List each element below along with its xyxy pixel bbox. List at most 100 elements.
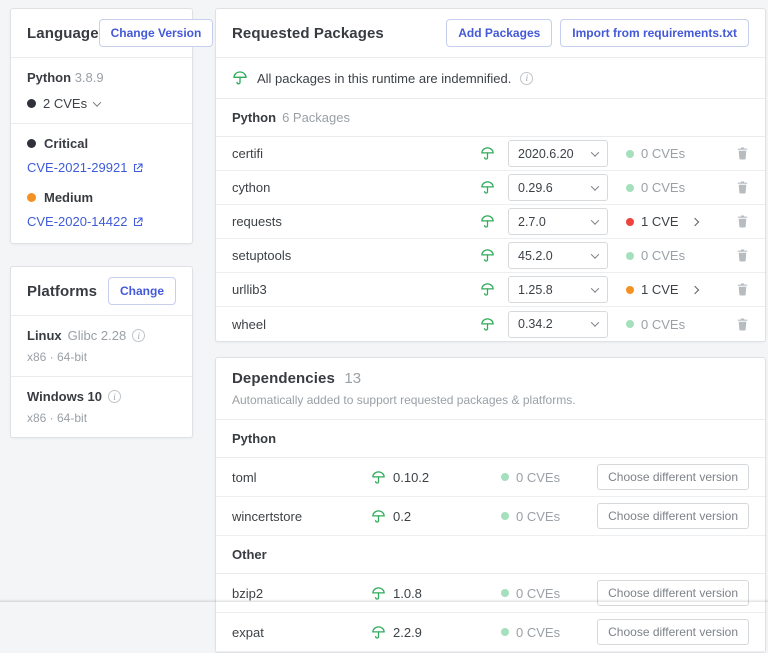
umbrella-icon xyxy=(480,282,508,297)
version-value: 45.2.0 xyxy=(518,249,553,263)
language-name-version: Python 3.8.9 xyxy=(27,70,176,85)
requested-rows: certifi 2020.6.20 0 CVEs cython 0.29.6 0… xyxy=(216,137,765,341)
dependencies-title: Dependencies xyxy=(232,370,335,387)
delete-package-button[interactable] xyxy=(736,214,749,229)
choose-version-button[interactable]: Choose different version xyxy=(597,464,749,490)
change-version-button[interactable]: Change Version xyxy=(99,19,214,47)
version-select[interactable]: 2020.6.20 xyxy=(508,140,608,167)
language-panel: Language Change Version Python 3.8.9 2 C… xyxy=(10,8,193,244)
info-icon[interactable]: i xyxy=(520,72,533,85)
cve-id: CVE-2021-29921 xyxy=(27,160,127,175)
cve-status: 0 CVEs xyxy=(626,180,736,195)
package-row: setuptools 45.2.0 0 CVEs xyxy=(216,239,765,273)
cve-status: 0 CVEs xyxy=(626,317,736,332)
requested-group-subheader: Python 6 Packages xyxy=(216,99,765,137)
package-row: urllib3 1.25.8 1 CVE xyxy=(216,273,765,307)
language-version: 3.8.9 xyxy=(75,70,104,85)
umbrella-icon xyxy=(371,470,386,485)
dependency-version: 0.10.2 xyxy=(371,470,501,485)
platform-item-windows: Windows 10 i x86 · 64-bit xyxy=(11,376,192,437)
language-panel-header: Language Change Version xyxy=(11,9,192,58)
group-rows: bzip2 1.0.8 0 CVEs Choose different vers… xyxy=(216,574,765,652)
version-value: 2020.6.20 xyxy=(518,147,574,161)
import-requirements-button[interactable]: Import from requirements.txt xyxy=(560,19,749,47)
cve-text: 0 CVEs xyxy=(516,586,560,601)
cve-text: 0 CVEs xyxy=(641,146,685,161)
package-name: setuptools xyxy=(232,248,480,263)
cve-dot xyxy=(626,252,634,260)
cve-status[interactable]: 1 CVE xyxy=(626,214,736,229)
package-name: urllib3 xyxy=(232,282,480,297)
dependencies-panel: Dependencies 13 Automatically added to s… xyxy=(215,357,766,653)
cve-status: 0 CVEs xyxy=(626,146,736,161)
cve-status: 0 CVEs xyxy=(501,586,597,601)
cve-text: 0 CVEs xyxy=(641,317,685,332)
cve-text: 1 CVE xyxy=(641,282,679,297)
severity-label: Medium xyxy=(44,190,93,205)
info-icon[interactable]: i xyxy=(132,329,145,342)
version-value: 2.7.0 xyxy=(518,215,546,229)
package-name: requests xyxy=(232,214,480,229)
version-value: 0.10.2 xyxy=(393,470,429,485)
platform-arch: x86 · 64-bit xyxy=(27,411,176,425)
cve-text: 0 CVEs xyxy=(641,248,685,263)
dependency-row: bzip2 1.0.8 0 CVEs Choose different vers… xyxy=(216,574,765,613)
group-label: Python xyxy=(232,431,276,446)
language-name: Python xyxy=(27,70,71,85)
external-link-icon xyxy=(132,216,144,228)
version-value: 0.34.2 xyxy=(518,317,553,331)
external-link-icon xyxy=(132,162,144,174)
version-value: 1.25.8 xyxy=(518,283,553,297)
medium-dot xyxy=(27,193,36,202)
dependency-row: toml 0.10.2 0 CVEs Choose different vers… xyxy=(216,458,765,497)
info-icon[interactable]: i xyxy=(108,390,121,403)
cve-severity: Medium xyxy=(27,190,176,205)
chevron-right-icon xyxy=(690,217,698,225)
cve-dot xyxy=(626,218,634,226)
version-select[interactable]: 0.29.6 xyxy=(508,174,608,201)
requested-packages-panel: Requested Packages Add Packages Import f… xyxy=(215,8,766,342)
group-count: 6 Packages xyxy=(282,110,350,125)
choose-version-button[interactable]: Choose different version xyxy=(597,503,749,529)
cve-severity: Critical xyxy=(27,136,176,151)
umbrella-icon xyxy=(480,248,508,263)
cve-link[interactable]: CVE-2020-14422 xyxy=(27,214,176,229)
cve-text: 0 CVEs xyxy=(516,625,560,640)
group-rows: toml 0.10.2 0 CVEs Choose different vers… xyxy=(216,458,765,536)
package-row: wheel 0.34.2 0 CVEs xyxy=(216,307,765,341)
cve-dot xyxy=(501,628,509,636)
delete-package-button[interactable] xyxy=(736,282,749,297)
choose-version-button[interactable]: Choose different version xyxy=(597,619,749,645)
version-select[interactable]: 2.7.0 xyxy=(508,208,608,235)
add-packages-button[interactable]: Add Packages xyxy=(446,19,552,47)
dependencies-count: 13 xyxy=(344,370,361,387)
dependency-name: toml xyxy=(232,470,371,485)
delete-package-button[interactable] xyxy=(736,317,749,332)
umbrella-icon xyxy=(232,70,248,86)
package-row: cython 0.29.6 0 CVEs xyxy=(216,171,765,205)
cve-status: 0 CVEs xyxy=(501,470,597,485)
cve-text: 1 CVE xyxy=(641,214,679,229)
chevron-right-icon xyxy=(690,285,698,293)
language-cve-summary[interactable]: 2 CVEs xyxy=(27,96,176,111)
change-platforms-button[interactable]: Change xyxy=(108,277,176,305)
package-name: wheel xyxy=(232,317,480,332)
delete-package-button[interactable] xyxy=(736,180,749,195)
cve-status: 0 CVEs xyxy=(501,509,597,524)
cve-status[interactable]: 1 CVE xyxy=(626,282,736,297)
dependency-row: expat 2.2.9 0 CVEs Choose different vers… xyxy=(216,613,765,652)
umbrella-icon xyxy=(480,146,508,161)
version-select[interactable]: 0.34.2 xyxy=(508,311,608,338)
version-select[interactable]: 45.2.0 xyxy=(508,242,608,269)
group-label: Other xyxy=(232,547,267,562)
cve-dot xyxy=(27,99,36,108)
chevron-down-icon xyxy=(591,284,599,292)
language-info: Python 3.8.9 2 CVEs xyxy=(11,58,192,123)
version-select[interactable]: 1.25.8 xyxy=(508,276,608,303)
choose-version-button[interactable]: Choose different version xyxy=(597,580,749,606)
cve-link[interactable]: CVE-2021-29921 xyxy=(27,160,176,175)
cve-summary-text: 2 CVEs xyxy=(43,96,87,111)
delete-package-button[interactable] xyxy=(736,146,749,161)
version-value: 1.0.8 xyxy=(393,586,422,601)
delete-package-button[interactable] xyxy=(736,248,749,263)
